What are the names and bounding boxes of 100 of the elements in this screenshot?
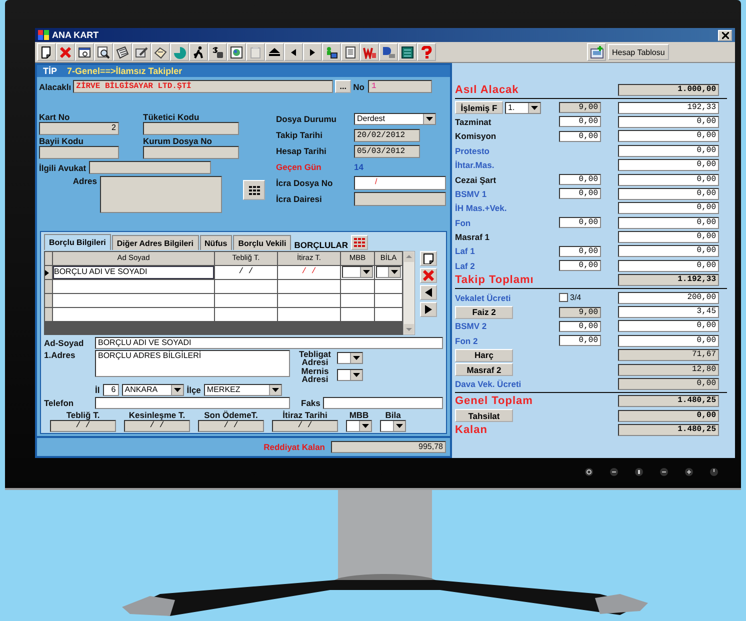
- toolbar-button[interactable]: [379, 43, 398, 61]
- rate-field[interactable]: 0,00: [559, 320, 601, 332]
- cell-dropdown[interactable]: [376, 266, 401, 278]
- calc-button[interactable]: Faiz 2: [455, 306, 513, 319]
- table-cell[interactable]: [53, 280, 214, 293]
- amount-field[interactable]: 1.480,25: [618, 395, 719, 408]
- amount-field[interactable]: 1.000,00: [618, 84, 719, 96]
- amount-field[interactable]: 71,67: [618, 349, 719, 362]
- district-dropdown[interactable]: MERKEZ: [204, 384, 282, 396]
- grid-button[interactable]: [243, 180, 265, 200]
- toolbar-button[interactable]: [189, 43, 208, 61]
- date-field[interactable]: / /: [198, 420, 264, 432]
- amount-field[interactable]: 0,00: [618, 410, 719, 422]
- cell-dropdown[interactable]: [342, 266, 373, 278]
- monitor-button[interactable]: [609, 467, 621, 479]
- table-cell[interactable]: BORÇLU ADI VE SOYADI: [53, 266, 214, 279]
- date-field[interactable]: / /: [124, 420, 190, 432]
- dropdown[interactable]: [346, 420, 372, 432]
- file-number-field[interactable]: /: [354, 176, 446, 190]
- date-field[interactable]: / /: [272, 420, 338, 432]
- dropdown[interactable]: [380, 420, 406, 432]
- table-cell[interactable]: [278, 308, 340, 321]
- code-field[interactable]: [143, 122, 239, 135]
- table-cell[interactable]: [215, 308, 277, 321]
- table-cell[interactable]: [215, 294, 277, 307]
- table-cell[interactable]: [341, 280, 374, 293]
- calc-button[interactable]: İşlemiş F: [455, 101, 503, 114]
- amount-field[interactable]: 0,00: [618, 334, 719, 347]
- address-box[interactable]: [100, 176, 222, 213]
- address-box[interactable]: BORÇLU ADRES BİLGİLERİ: [95, 350, 290, 377]
- browse-button[interactable]: ...: [335, 80, 352, 93]
- city-code-field[interactable]: 6: [102, 384, 119, 396]
- rate-field[interactable]: 0,00: [559, 116, 601, 128]
- amount-field[interactable]: 12,80: [618, 364, 719, 376]
- address-dropdown[interactable]: [337, 369, 363, 381]
- code-field[interactable]: [143, 146, 239, 159]
- amount-field[interactable]: 0,00: [618, 245, 719, 258]
- amount-field[interactable]: 0,00: [618, 216, 719, 229]
- toolbar-button[interactable]: [113, 43, 132, 61]
- row-marker[interactable]: [45, 308, 52, 321]
- monitor-button[interactable]: [659, 467, 671, 479]
- amount-field[interactable]: 1.192,33: [618, 274, 719, 286]
- office-field[interactable]: [354, 192, 446, 206]
- row-marker[interactable]: [45, 280, 52, 293]
- row-marker[interactable]: [45, 266, 52, 279]
- amount-field[interactable]: 0,00: [618, 320, 719, 332]
- toolbar-button[interactable]: [322, 43, 341, 61]
- table-cell[interactable]: / /: [278, 266, 340, 279]
- amount-field[interactable]: 0,00: [618, 159, 719, 172]
- table-cell[interactable]: [341, 308, 374, 321]
- fax-field[interactable]: [323, 397, 443, 409]
- toolbar-button[interactable]: [94, 43, 113, 61]
- toolbar-button[interactable]: [284, 43, 303, 61]
- amount-field[interactable]: 192,33: [618, 102, 719, 114]
- table-cell[interactable]: [341, 294, 374, 307]
- amount-field[interactable]: 0,00: [618, 116, 719, 128]
- side-button[interactable]: [420, 251, 437, 266]
- toolbar-button[interactable]: [37, 43, 56, 61]
- tab[interactable]: Nüfus: [200, 235, 232, 250]
- rate-field[interactable]: 9,00: [559, 102, 601, 114]
- calc-button[interactable]: Harç: [455, 348, 513, 362]
- side-button[interactable]: [420, 302, 437, 317]
- toolbar-button[interactable]: [132, 43, 151, 61]
- amount-field[interactable]: 200,00: [618, 292, 719, 304]
- toolbar-button[interactable]: [208, 43, 227, 61]
- table-cell[interactable]: [375, 294, 402, 307]
- table-cell[interactable]: [375, 308, 402, 321]
- close-button[interactable]: [718, 30, 732, 40]
- monitor-button[interactable]: [584, 467, 596, 479]
- report-button[interactable]: Hesap Tablosu: [608, 44, 669, 60]
- table-cell[interactable]: [53, 294, 214, 307]
- toolbar-button[interactable]: [265, 43, 284, 61]
- toolbar-button[interactable]: [227, 43, 246, 61]
- tab[interactable]: Borçlu Bilgileri: [44, 234, 111, 250]
- monitor-button[interactable]: [634, 467, 646, 479]
- toolbar-button[interactable]: [151, 43, 170, 61]
- amount-field[interactable]: 0,00: [618, 174, 719, 186]
- table-cell[interactable]: [278, 280, 340, 293]
- city-dropdown[interactable]: ANKARA: [122, 384, 184, 396]
- toolbar-button[interactable]: [75, 43, 94, 61]
- rate-field[interactable]: 0,00: [559, 174, 601, 186]
- amount-field[interactable]: 0,00: [618, 130, 719, 142]
- amount-field[interactable]: 0,00: [618, 188, 719, 200]
- rate-field[interactable]: 0,00: [559, 188, 601, 200]
- address-dropdown[interactable]: [337, 352, 363, 364]
- monitor-button[interactable]: [684, 467, 696, 479]
- amount-field[interactable]: 1.480,25: [618, 424, 719, 436]
- code-field[interactable]: 2: [39, 122, 119, 135]
- rate-field[interactable]: 9,00: [559, 306, 601, 318]
- amount-field[interactable]: 0,00: [618, 260, 719, 272]
- code-field[interactable]: [39, 146, 119, 159]
- calc-button[interactable]: Tahsilat: [455, 409, 513, 422]
- amount-field[interactable]: 0,00: [618, 202, 719, 214]
- period-dropdown[interactable]: 1.: [505, 102, 541, 114]
- date-field[interactable]: 20/02/2012: [354, 128, 420, 142]
- amount-field[interactable]: 0,00: [618, 378, 719, 390]
- side-button[interactable]: [420, 285, 437, 300]
- table-cell[interactable]: [53, 308, 214, 321]
- row-marker[interactable]: [45, 294, 52, 307]
- checkbox[interactable]: [559, 293, 568, 302]
